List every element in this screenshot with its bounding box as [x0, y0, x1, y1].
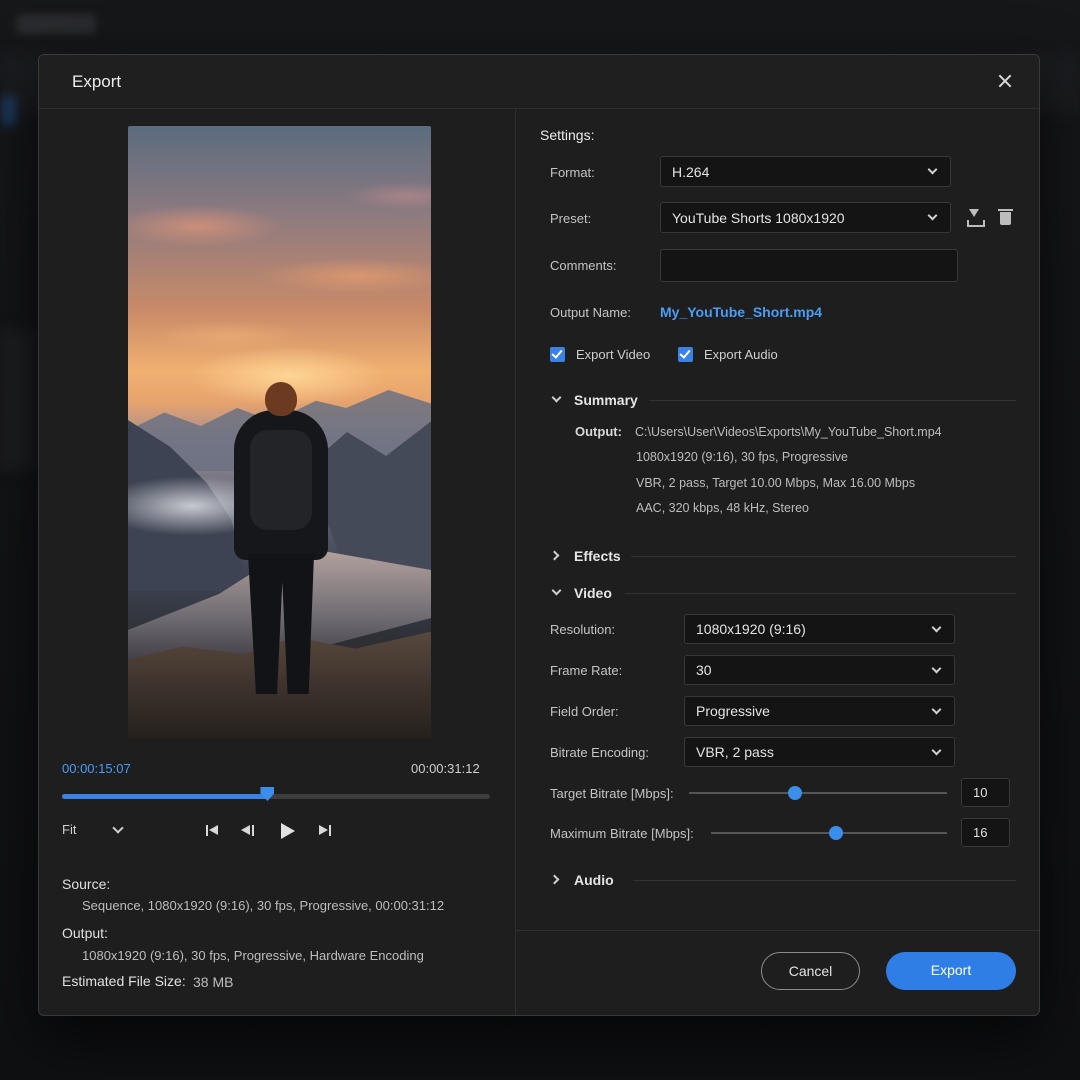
section-divider — [631, 556, 1016, 557]
resolution-select[interactable]: 1080x1920 (9:16) — [684, 614, 955, 644]
chevron-down-icon — [931, 663, 942, 674]
max-bitrate-label: Maximum Bitrate [Mbps]: — [550, 826, 694, 841]
target-bitrate-knob[interactable] — [787, 786, 802, 800]
chevron-right-icon — [549, 874, 560, 885]
footer-divider — [516, 930, 1039, 931]
section-divider — [649, 400, 1016, 401]
effects-title: Effects — [574, 548, 621, 564]
audio-section-toggle[interactable]: Audio — [549, 872, 670, 890]
export-audio-checkbox[interactable] — [678, 347, 693, 362]
dialog-header: Export — [39, 55, 1039, 109]
summary-line: 1080x1920 (9:16), 30 fps, Progressive — [636, 450, 848, 464]
audio-title: Audio — [574, 872, 614, 888]
output-name-label: Output Name: — [550, 305, 631, 320]
skip-to-end-icon[interactable] — [316, 822, 336, 840]
target-bitrate-label: Target Bitrate [Mbps]: — [550, 786, 674, 801]
video-title: Video — [574, 585, 612, 601]
format-select[interactable]: H.264 — [660, 156, 951, 187]
chevron-down-icon — [931, 745, 942, 756]
field-order-value: Progressive — [696, 703, 770, 719]
video-preview — [128, 126, 431, 739]
source-label: Source: — [62, 876, 111, 892]
source-value: Sequence, 1080x1920 (9:16), 30 fps, Prog… — [82, 898, 445, 913]
bitrate-encoding-select[interactable]: VBR, 2 pass — [684, 737, 955, 767]
scrubber-progress — [62, 794, 268, 799]
resolution-value: 1080x1920 (9:16) — [696, 621, 806, 637]
background-sidebar-blur — [0, 330, 36, 470]
export-audio-label[interactable]: Export Audio — [704, 347, 778, 362]
current-timecode: 00:00:15:07 — [62, 761, 131, 776]
output-label: Output: — [62, 925, 108, 941]
comments-label: Comments: — [550, 258, 617, 273]
summary-line: AAC, 320 kbps, 48 kHz, Stereo — [636, 501, 810, 515]
fit-dropdown-label[interactable]: Fit — [62, 822, 76, 837]
effects-section-toggle[interactable]: Effects — [549, 548, 670, 566]
delete-preset-icon[interactable] — [996, 207, 1016, 227]
cancel-button[interactable]: Cancel — [761, 952, 860, 990]
save-preset-icon[interactable] — [963, 207, 985, 227]
export-button[interactable]: Export — [886, 952, 1016, 990]
target-bitrate-slider[interactable] — [689, 786, 947, 800]
frame-rate-select[interactable]: 30 — [684, 655, 955, 685]
output-value: 1080x1920 (9:16), 30 fps, Progressive, H… — [82, 948, 424, 963]
bitrate-encoding-value: VBR, 2 pass — [696, 744, 774, 760]
total-timecode: 00:00:31:12 — [411, 761, 480, 776]
export-dialog: Export 00:00:15:07 00:00:31:12 Fit Sourc… — [38, 54, 1040, 1016]
chevron-down-icon — [551, 392, 562, 403]
max-bitrate-knob[interactable] — [829, 826, 844, 840]
comments-field[interactable] — [660, 249, 958, 282]
section-divider — [625, 593, 1016, 594]
settings-title: Settings: — [540, 127, 595, 143]
field-order-select[interactable]: Progressive — [684, 696, 955, 726]
output-name-link[interactable]: My_YouTube_Short.mp4 — [660, 304, 822, 320]
video-section-toggle[interactable]: Video — [550, 585, 670, 603]
export-video-checkbox[interactable] — [550, 347, 565, 362]
format-label: Format: — [550, 165, 595, 180]
background-accent-blur — [2, 96, 16, 126]
timeline-scrubber[interactable] — [62, 787, 490, 801]
frame-rate-label: Frame Rate: — [550, 663, 623, 678]
bitrate-encoding-label: Bitrate Encoding: — [550, 745, 650, 760]
frame-rate-value: 30 — [696, 662, 712, 678]
chevron-down-icon[interactable] — [112, 822, 124, 834]
step-back-icon[interactable] — [239, 822, 259, 840]
close-icon[interactable] — [993, 69, 1017, 93]
estimated-size-value: 38 MB — [193, 974, 234, 990]
preset-label: Preset: — [550, 211, 592, 226]
chevron-down-icon — [927, 210, 938, 221]
export-video-label[interactable]: Export Video — [576, 347, 650, 362]
dialog-title: Export — [72, 72, 122, 91]
summary-section-toggle[interactable]: Summary — [550, 392, 670, 410]
resolution-label: Resolution: — [550, 622, 616, 637]
chevron-right-icon — [549, 550, 560, 561]
section-divider — [633, 880, 1016, 881]
chevron-down-icon — [931, 704, 942, 715]
play-icon[interactable] — [279, 822, 297, 840]
preset-value: YouTube Shorts 1080x1920 — [672, 210, 845, 226]
chevron-down-icon — [551, 585, 562, 596]
panel-divider — [515, 109, 516, 1015]
summary-line: C:\Users\User\Videos\Exports\My_YouTube_… — [635, 425, 942, 439]
summary-line: VBR, 2 pass, Target 10.00 Mbps, Max 16.0… — [636, 476, 916, 490]
estimated-size-label: Estimated File Size: — [62, 973, 186, 989]
max-bitrate-input[interactable]: 16 — [961, 818, 1010, 847]
field-order-label: Field Order: — [550, 704, 619, 719]
background-title-blur — [16, 14, 96, 34]
preset-select[interactable]: YouTube Shorts 1080x1920 — [660, 202, 951, 233]
format-value: H.264 — [672, 164, 710, 180]
target-bitrate-input[interactable]: 10 — [961, 778, 1010, 807]
skip-to-start-icon[interactable] — [203, 822, 223, 840]
summary-title: Summary — [574, 392, 638, 408]
max-bitrate-slider[interactable] — [711, 826, 947, 840]
summary-output-key: Output: — [575, 424, 622, 439]
chevron-down-icon — [931, 622, 942, 633]
chevron-down-icon — [927, 164, 938, 175]
hiker-figure — [220, 382, 340, 712]
